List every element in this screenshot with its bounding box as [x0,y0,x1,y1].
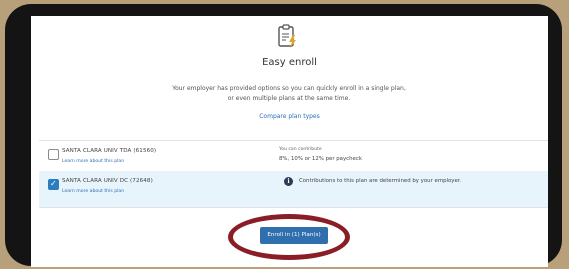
highlight-circle [228,214,350,260]
page-description: Your employer has provided options so yo… [172,85,406,102]
compare-plan-types-link[interactable]: Compare plan types [31,113,548,120]
plan-name: SANTA CLARA UNIV DC (72648) [62,178,153,184]
learn-more-link[interactable]: Learn more about this plan [62,159,124,164]
plan-checkbox-tda[interactable] [48,149,59,160]
plan-row-dc: ✓ SANTA CLARA UNIV DC (72648) Learn more… [39,171,548,207]
info-icon: i [284,177,293,186]
divider [39,207,548,208]
plan-name: SANTA CLARA UNIV TDA (61560) [62,148,157,154]
plan-info-text: Contributions to this plan are determine… [299,178,462,184]
page-title: Easy enroll [262,57,317,68]
plan-checkbox-dc[interactable]: ✓ [48,179,59,190]
contribution-label: You can contribute [279,147,322,152]
learn-more-link[interactable]: Learn more about this plan [62,189,124,194]
contribution-value: 8%, 10% or 12% per paycheck [279,156,362,162]
clipboard-lightning-icon [278,24,296,48]
checkmark-icon: ✓ [50,179,57,188]
